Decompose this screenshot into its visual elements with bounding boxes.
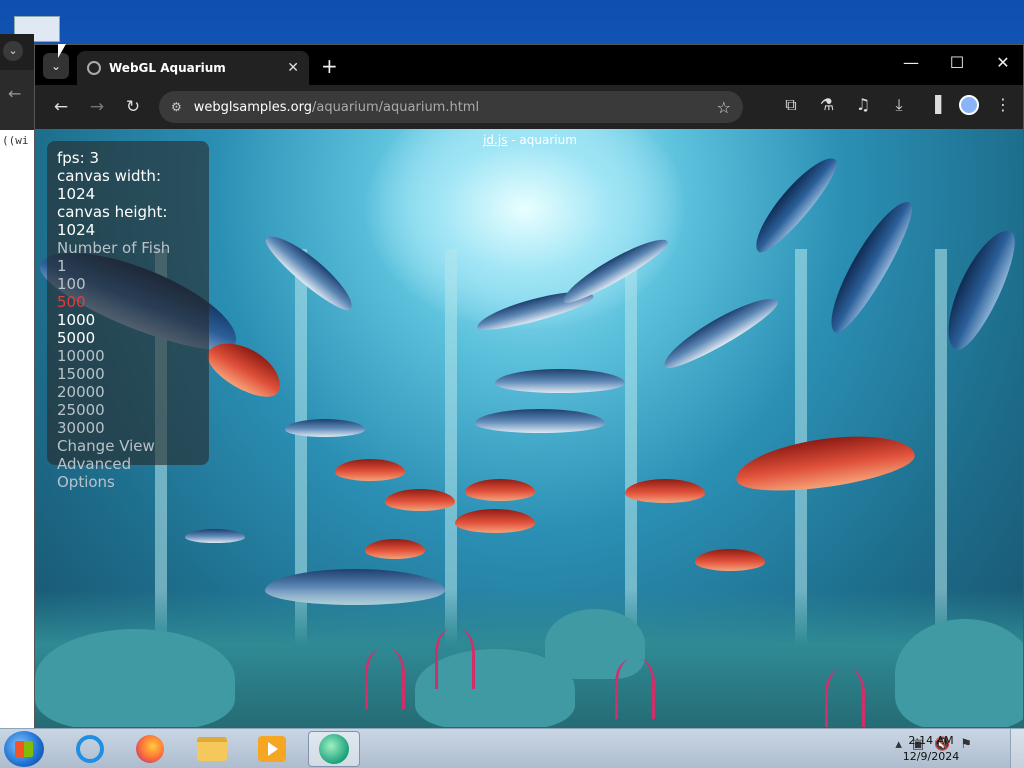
- fish-option-1000[interactable]: 1000: [57, 311, 199, 329]
- clock-date: 12/9/2024: [902, 750, 960, 763]
- tab-webgl-aquarium[interactable]: WebGL Aquarium ✕: [77, 51, 309, 85]
- show-desktop-button[interactable]: [1010, 729, 1024, 768]
- coral: [435, 629, 475, 689]
- close-icon[interactable]: ✕: [287, 60, 299, 76]
- globe-icon: [87, 61, 101, 75]
- red-snapper-fish: [455, 509, 535, 533]
- toolbar: ← → ↻ ⚙ webglsamples.org /aquarium/aquar…: [35, 85, 1023, 129]
- taskbar: ▴ ▣ 🔇 ⚑ 2:14 AM 12/9/2024: [0, 728, 1024, 768]
- fish-option-15000[interactable]: 15000: [57, 365, 199, 383]
- tab-title: WebGL Aquarium: [109, 61, 226, 75]
- site-settings-icon[interactable]: ⚙: [171, 100, 182, 114]
- taskbar-aquarium-app[interactable]: [308, 731, 360, 767]
- tuna-fish: [934, 221, 1023, 357]
- background-browser-window[interactable]: ⌄ ← ((wi: [0, 34, 34, 728]
- url-host: webglsamples.org: [193, 99, 313, 115]
- forward-icon[interactable]: →: [79, 97, 115, 117]
- taskbar-file-explorer[interactable]: [186, 731, 238, 767]
- control-panel: fps: 3 canvas width: 1024 canvas height:…: [47, 141, 209, 491]
- taskbar-media-player[interactable]: [246, 731, 298, 767]
- red-snapper-fish: [732, 426, 918, 500]
- coral: [825, 669, 865, 727]
- fish-option-1[interactable]: 1: [57, 257, 199, 275]
- clock-time: 2:14 AM: [908, 734, 954, 747]
- start-button[interactable]: [4, 731, 44, 767]
- new-tab-icon[interactable]: +: [321, 54, 338, 78]
- coral: [615, 659, 655, 719]
- firefox-icon: [136, 735, 164, 763]
- tab-bar: ⌄ WebGL Aquarium ✕ + — ☐ ✕: [35, 45, 1023, 85]
- background-code-text: ((wi: [2, 134, 29, 147]
- background-tabbar: ⌄: [0, 34, 34, 70]
- folder-icon: [197, 737, 227, 761]
- taskbar-internet-explorer[interactable]: [64, 731, 116, 767]
- fish-option-10000[interactable]: 10000: [57, 347, 199, 365]
- red-snapper-fish: [365, 539, 425, 559]
- maximize-icon[interactable]: ☐: [937, 53, 977, 72]
- reload-icon[interactable]: ↻: [115, 97, 151, 117]
- red-snapper-fish: [625, 479, 705, 503]
- tuna-fish: [657, 288, 783, 376]
- canvas-height-readout: canvas height: 1024: [57, 203, 168, 239]
- windows-logo-icon: [15, 741, 33, 757]
- number-of-fish-heading: Number of Fish: [57, 239, 171, 257]
- red-snapper-fish: [335, 459, 405, 481]
- media-queue-icon[interactable]: ♫: [851, 95, 875, 115]
- back-icon[interactable]: ←: [43, 97, 79, 117]
- mouse-cursor-icon: [58, 44, 66, 58]
- url-path: /aquarium/aquarium.html: [312, 99, 480, 115]
- fish-option-30000[interactable]: 30000: [57, 419, 199, 437]
- fish-option-100[interactable]: 100: [57, 275, 199, 293]
- bookmark-star-icon[interactable]: ☆: [717, 98, 731, 117]
- fps-readout: fps: 3: [57, 149, 99, 167]
- tuna-fish: [817, 192, 923, 340]
- labs-flask-icon[interactable]: ⚗: [815, 95, 839, 115]
- tuna-fish: [185, 529, 245, 543]
- fish-option-25000[interactable]: 25000: [57, 401, 199, 419]
- window-close-icon[interactable]: ✕: [983, 53, 1023, 72]
- canvas-width-readout: canvas width: 1024: [57, 167, 161, 203]
- red-snapper-fish: [385, 489, 455, 511]
- address-bar[interactable]: ⚙ webglsamples.org /aquarium/aquarium.ht…: [159, 91, 743, 123]
- aquarium-canvas[interactable]: jd.js - aquarium fps: 3 canvas width: 10…: [35, 129, 1023, 727]
- aquarium-app-icon: [319, 734, 349, 764]
- red-snapper-fish: [695, 549, 765, 571]
- fish-option-500[interactable]: 500: [57, 293, 199, 311]
- tuna-fish: [285, 419, 365, 437]
- rock: [895, 619, 1023, 727]
- change-view-link[interactable]: Change View: [57, 437, 199, 455]
- browser-window: ⌄ WebGL Aquarium ✕ + — ☐ ✕ ← → ↻ ⚙ webgl…: [34, 44, 1024, 728]
- options-link[interactable]: Options: [57, 473, 199, 491]
- menu-kebab-icon[interactable]: ⋮: [991, 95, 1015, 115]
- side-panel-icon[interactable]: ▐: [923, 95, 947, 115]
- minimize-icon[interactable]: —: [891, 53, 931, 72]
- tab-search-icon[interactable]: ⌄: [3, 41, 23, 61]
- extensions-icon[interactable]: ⧉: [779, 95, 803, 115]
- clock[interactable]: 2:14 AM 12/9/2024: [896, 733, 966, 765]
- aquarium-title-suffix: - aquarium: [507, 133, 577, 147]
- coral: [365, 649, 405, 709]
- internet-explorer-icon: [76, 735, 104, 763]
- background-back-icon[interactable]: ←: [0, 70, 34, 130]
- tdl-link[interactable]: jd.js: [483, 133, 507, 147]
- media-player-icon: [258, 736, 286, 762]
- rock: [35, 629, 235, 727]
- download-icon[interactable]: ⤓: [887, 95, 911, 115]
- advanced-link[interactable]: Advanced: [57, 455, 199, 473]
- tuna-fish: [475, 409, 605, 433]
- fish-option-5000[interactable]: 5000: [57, 329, 199, 347]
- glass-dome: [365, 129, 685, 329]
- taskbar-firefox[interactable]: [124, 731, 176, 767]
- red-snapper-fish: [465, 479, 535, 501]
- fish-option-20000[interactable]: 20000: [57, 383, 199, 401]
- profile-avatar-icon[interactable]: [959, 95, 979, 115]
- tuna-fish: [744, 148, 846, 260]
- tuna-fish: [259, 226, 361, 318]
- tuna-fish: [495, 369, 625, 393]
